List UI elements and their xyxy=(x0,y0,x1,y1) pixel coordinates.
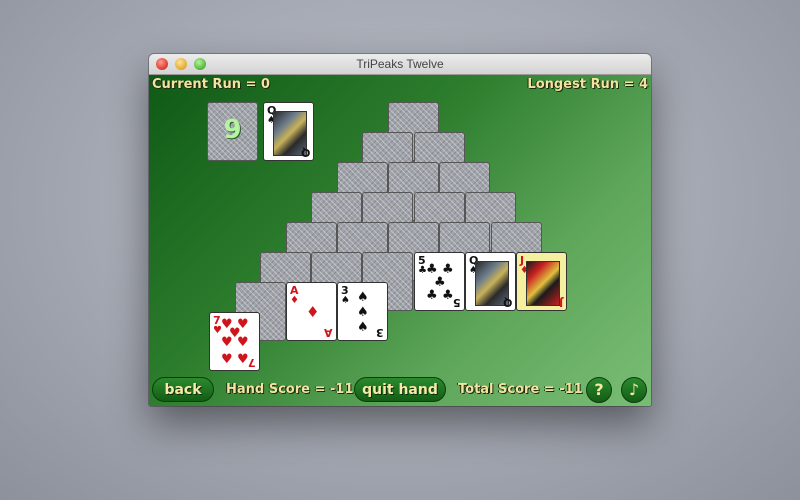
heart-pip-icon: ♥ xyxy=(221,352,233,367)
card-rank: A xyxy=(324,326,333,339)
card-rank: J xyxy=(558,296,563,309)
current-run-label: Current Run = 0 xyxy=(152,77,270,92)
club-pip-icon: ♣ xyxy=(426,288,438,303)
heart-pip-icon: ♥ xyxy=(221,335,233,350)
tableau-card-jack-diamonds[interactable]: J ♦ J xyxy=(516,252,567,311)
card-rank: 3 xyxy=(376,326,384,339)
card-rank: 7 xyxy=(248,356,256,369)
stock-count: 9 xyxy=(223,115,242,145)
music-toggle-button[interactable]: ♪ xyxy=(621,377,647,403)
diamond-pip-icon: ♦ xyxy=(306,303,320,321)
game-window: TriPeaks Twelve Current Run = 0 Longest … xyxy=(149,54,651,406)
jack-figure xyxy=(526,261,560,306)
back-button[interactable]: back xyxy=(152,377,214,402)
tableau-card-three-spades[interactable]: 3 ♠ ♠ ♠ ♠ 3 xyxy=(337,282,388,341)
spade-pip-icon: ♠ xyxy=(357,290,369,305)
window-title: TriPeaks Twelve xyxy=(356,57,444,71)
heart-pip-icon: ♥ xyxy=(237,335,249,350)
card-rank: Q xyxy=(502,296,512,309)
spade-pip-icon: ♠ xyxy=(357,305,369,320)
tableau-card-five-clubs[interactable]: 5 ♣ ♣ ♣ ♣ ♣ ♣ 5 xyxy=(414,252,465,311)
diamond-suit-icon: ♦ xyxy=(290,295,299,306)
tableau-card-ace-diamonds[interactable]: A ♦ ♦ A xyxy=(286,282,337,341)
spade-pip-icon: ♠ xyxy=(357,320,369,335)
total-score: Total Score = -11 xyxy=(458,382,583,397)
card-rank: Q xyxy=(300,146,310,159)
game-table: Current Run = 0 Longest Run = 4 9 Q ♠ Q xyxy=(149,75,651,406)
tableau-card-queen-spades[interactable]: Q ♠ Q xyxy=(465,252,516,311)
help-button[interactable]: ? xyxy=(586,377,612,403)
heart-pip-icon: ♥ xyxy=(237,352,249,367)
tableau-card-seven-hearts[interactable]: 7 ♥ ♥ ♥ ♥ ♥ ♥ ♥ ♥ 7 xyxy=(209,312,260,371)
title-bar[interactable]: TriPeaks Twelve xyxy=(149,54,651,75)
club-pip-icon: ♣ xyxy=(442,288,454,303)
card-rank: 5 xyxy=(453,296,461,309)
spade-suit-icon: ♠ xyxy=(341,295,350,306)
hand-score: Hand Score = -11 xyxy=(226,382,354,397)
quit-hand-button[interactable]: quit hand xyxy=(354,377,446,402)
stock-pile[interactable]: 9 xyxy=(207,102,258,161)
waste-pile-card: Q ♠ Q xyxy=(263,102,314,161)
longest-run-label: Longest Run = 4 xyxy=(527,77,648,92)
